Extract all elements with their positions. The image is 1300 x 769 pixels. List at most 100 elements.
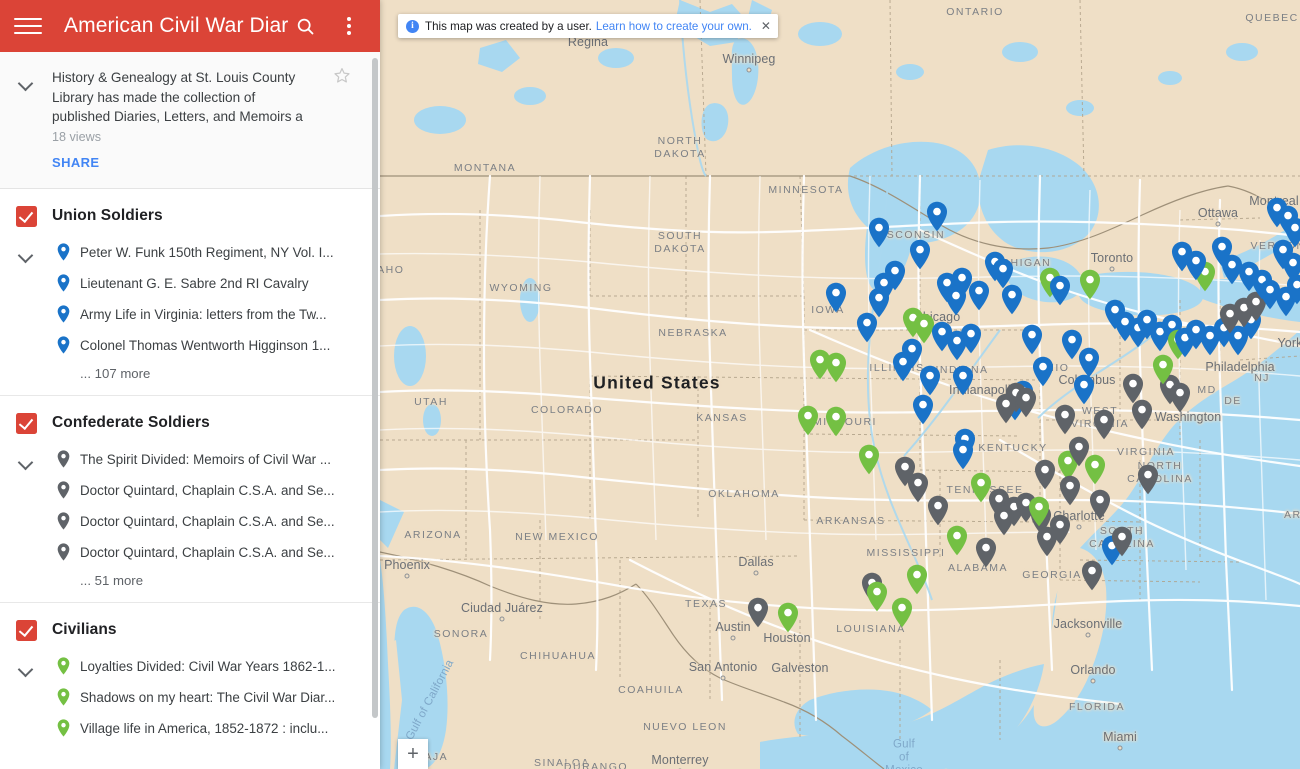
civilian-marker[interactable] <box>825 406 847 437</box>
confederate-marker[interactable] <box>1122 373 1144 404</box>
union-marker[interactable] <box>868 217 890 248</box>
layer-list: Union Soldiers Peter W. Funk 150th Regime… <box>0 189 380 758</box>
civilian-marker[interactable] <box>1152 354 1174 385</box>
list-item-label: Village life in America, 1852-1872 : inc… <box>80 720 329 736</box>
confederate-marker[interactable] <box>975 537 997 568</box>
star-outline-icon[interactable] <box>332 66 352 86</box>
union-marker[interactable] <box>1073 374 1095 405</box>
list-item[interactable]: Doctor Quintard, Chaplain C.S.A. and Se.… <box>52 537 380 568</box>
chevron-down-icon[interactable] <box>17 660 35 678</box>
layer-item-list: Peter W. Funk 150th Regiment, NY Vol. I.… <box>52 237 380 381</box>
union-marker[interactable] <box>952 439 974 470</box>
view-count: 18 views <box>52 129 101 144</box>
confederate-marker[interactable] <box>1015 387 1037 418</box>
layer-item-list: Loyalties Divided: Civil War Years 1862-… <box>52 651 380 744</box>
layer-header: Civilians <box>0 603 380 651</box>
confederate-marker[interactable] <box>1059 475 1081 506</box>
union-marker[interactable] <box>960 323 982 354</box>
confederate-marker[interactable] <box>1068 436 1090 467</box>
confederate-marker[interactable] <box>907 472 929 503</box>
confederate-marker[interactable] <box>1036 526 1058 557</box>
confederate-marker[interactable] <box>995 393 1017 424</box>
banner-learn-more-link[interactable]: Learn how to create your own. <box>596 20 752 33</box>
sidebar-scrollbar[interactable] <box>372 58 378 718</box>
confederate-marker[interactable] <box>1169 382 1191 413</box>
confederate-marker[interactable] <box>1089 489 1111 520</box>
list-item-label: The Spirit Divided: Memoirs of Civil War… <box>80 451 332 467</box>
list-item[interactable]: Village life in America, 1852-1872 : inc… <box>52 713 380 744</box>
confederate-marker[interactable] <box>1054 404 1076 435</box>
list-item-label: Doctor Quintard, Chaplain C.S.A. and Se.… <box>80 544 335 560</box>
union-marker[interactable] <box>1286 274 1300 305</box>
civilian-marker[interactable] <box>1079 269 1101 300</box>
list-item[interactable]: The Spirit Divided: Memoirs of Civil War… <box>52 444 380 475</box>
layer-title: Union Soldiers <box>52 207 163 224</box>
show-more-link[interactable]: ... 51 more <box>80 573 380 588</box>
search-icon[interactable] <box>288 9 322 43</box>
confederate-marker[interactable] <box>993 505 1015 536</box>
list-item[interactable]: Colonel Thomas Wentworth Higginson 1... <box>52 330 380 361</box>
civilian-marker[interactable] <box>777 602 799 633</box>
map-canvas[interactable]: United States ONTARIO QUEBEC MONTANA NORTH DA… <box>380 0 1300 769</box>
union-marker[interactable] <box>909 239 931 270</box>
list-item-label: Shadows on my heart: The Civil War Diar.… <box>80 689 336 705</box>
list-item[interactable]: Loyalties Divided: Civil War Years 1862-… <box>52 651 380 682</box>
union-marker[interactable] <box>919 365 941 396</box>
close-icon[interactable]: ✕ <box>761 20 771 32</box>
list-item[interactable]: Doctor Quintard, Chaplain C.S.A. and Se.… <box>52 506 380 537</box>
civilian-marker[interactable] <box>906 564 928 595</box>
zoom-in-button[interactable]: + <box>398 739 428 769</box>
list-item[interactable]: Shadows on my heart: The Civil War Diar.… <box>52 682 380 713</box>
union-marker[interactable] <box>945 285 967 316</box>
layer-checkbox-col <box>0 412 52 434</box>
confederate-marker[interactable] <box>1081 560 1103 591</box>
union-marker[interactable] <box>1185 250 1207 281</box>
show-more-link[interactable]: ... 107 more <box>80 366 380 381</box>
union-marker[interactable] <box>1001 284 1023 315</box>
description-text: History & Genealogy at St. Louis County … <box>52 70 303 124</box>
confederate-marker[interactable] <box>1093 409 1115 440</box>
chevron-down-icon[interactable] <box>17 246 35 264</box>
union-marker[interactable] <box>825 282 847 313</box>
civilian-marker[interactable] <box>866 581 888 612</box>
list-item[interactable]: Lieutenant G. E. Sabre 2nd RI Cavalry <box>52 268 380 299</box>
share-button[interactable]: SHARE <box>52 155 100 170</box>
civilian-marker[interactable] <box>891 597 913 628</box>
chevron-down-icon[interactable] <box>17 74 35 92</box>
confederate-marker[interactable] <box>927 495 949 526</box>
user-map-banner: i This map was created by a user. Learn … <box>398 14 778 38</box>
layer-visibility-checkbox[interactable] <box>15 205 37 227</box>
layer-visibility-checkbox[interactable] <box>15 619 37 641</box>
list-item[interactable]: Peter W. Funk 150th Regiment, NY Vol. I.… <box>52 237 380 268</box>
civilian-marker[interactable] <box>1028 496 1050 527</box>
union-marker[interactable] <box>968 280 990 311</box>
civilian-marker[interactable] <box>797 405 819 436</box>
confederate-marker[interactable] <box>1137 464 1159 495</box>
list-item-label: Doctor Quintard, Chaplain C.S.A. and Se.… <box>80 513 335 529</box>
layer-items: Loyalties Divided: Civil War Years 1862-… <box>0 651 380 744</box>
union-marker[interactable] <box>912 394 934 425</box>
civilian-marker[interactable] <box>825 352 847 383</box>
union-marker[interactable] <box>892 351 914 382</box>
confederate-marker[interactable] <box>1034 459 1056 490</box>
union-marker[interactable] <box>952 365 974 396</box>
layer-title: Civilians <box>52 621 117 638</box>
civilian-marker[interactable] <box>946 525 968 556</box>
union-marker[interactable] <box>1021 324 1043 355</box>
hamburger-icon[interactable] <box>14 12 42 40</box>
list-item[interactable]: Doctor Quintard, Chaplain C.S.A. and Se.… <box>52 475 380 506</box>
chevron-down-icon[interactable] <box>17 453 35 471</box>
civilian-marker[interactable] <box>858 444 880 475</box>
more-vert-icon[interactable] <box>332 9 366 43</box>
union-marker[interactable] <box>1049 275 1071 306</box>
map-pin-icon <box>52 274 74 292</box>
union-marker[interactable] <box>868 287 890 318</box>
confederate-marker[interactable] <box>1111 526 1133 557</box>
list-item-label: Loyalties Divided: Civil War Years 1862-… <box>80 658 336 674</box>
union-marker[interactable] <box>1032 356 1054 387</box>
confederate-marker[interactable] <box>747 597 769 628</box>
layer-visibility-checkbox[interactable] <box>15 412 37 434</box>
list-item[interactable]: Army Life in Virginia: letters from the … <box>52 299 380 330</box>
sidebar-header: American Civil War Diar... <box>0 0 380 52</box>
union-marker[interactable] <box>926 201 948 232</box>
